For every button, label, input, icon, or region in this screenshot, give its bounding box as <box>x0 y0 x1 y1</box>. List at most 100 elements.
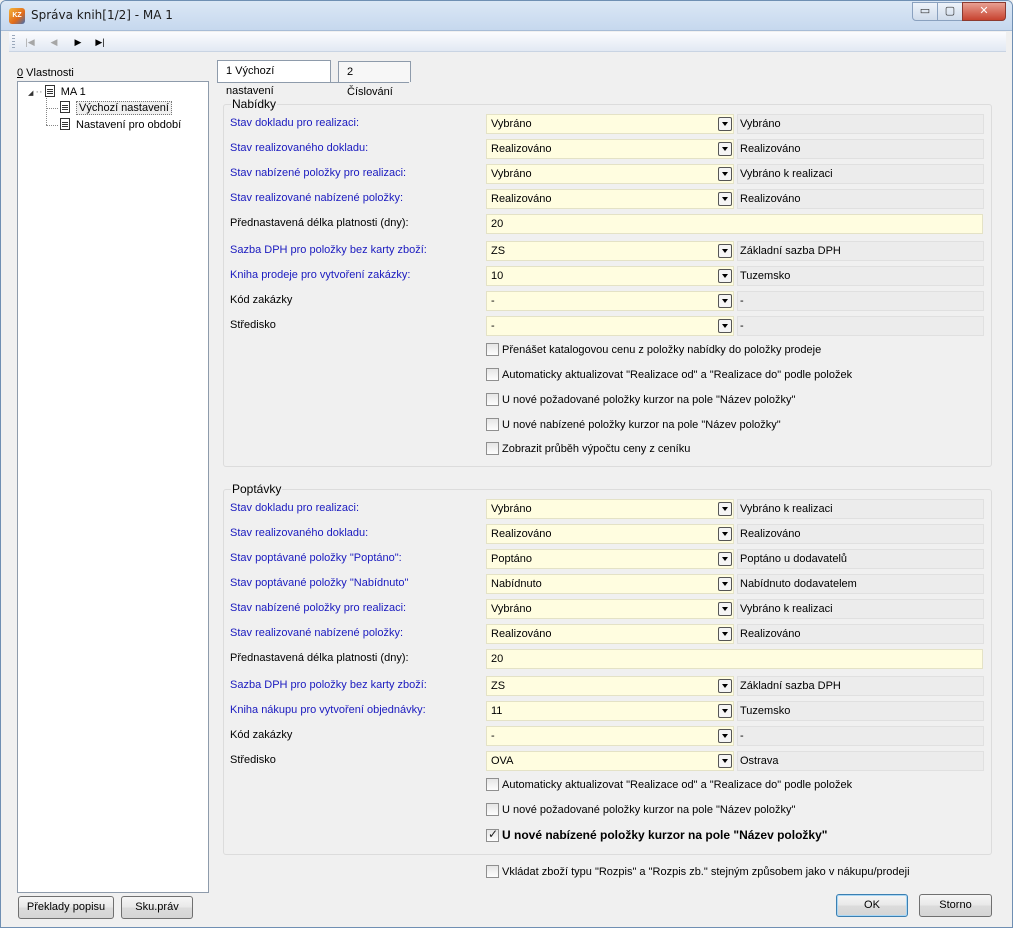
chevron-down-icon[interactable] <box>718 754 732 768</box>
checkbox-row[interactable]: U nové požadované položky kurzor na pole… <box>486 393 795 411</box>
dropdown-field[interactable]: - <box>486 291 734 311</box>
checkbox-row[interactable]: Automaticky aktualizovat "Realizace od" … <box>486 368 852 386</box>
description-readonly: Realizováno <box>737 139 984 159</box>
field-label[interactable]: Sazba DPH pro položky bez karty zboží: <box>230 679 427 691</box>
form-row: Kniha nákupu pro vytvoření objednávky: 11… <box>230 701 984 721</box>
chevron-down-icon[interactable] <box>718 552 732 566</box>
field-label[interactable]: Stav dokladu pro realizaci: <box>230 117 359 129</box>
field-label[interactable]: Stav realizované nabízené položky: <box>230 627 403 639</box>
rights-button[interactable]: Sku.práv <box>121 896 193 919</box>
checkbox[interactable] <box>486 778 499 791</box>
properties-tree[interactable]: ◢ ·· MA 1 Výchozí nastavení Nastavení pro … <box>17 81 209 893</box>
dropdown-field[interactable]: - <box>486 726 734 746</box>
tree-node-period-settings[interactable]: Nastavení pro období <box>60 117 181 133</box>
field-label[interactable]: Stav realizovaného dokladu: <box>230 142 368 154</box>
checkbox-row[interactable]: Přenášet katalogovou cenu z položky nabí… <box>486 343 821 361</box>
chevron-down-icon[interactable] <box>718 269 732 283</box>
chevron-down-icon[interactable] <box>718 627 732 641</box>
field-label[interactable]: Stav realizovaného dokladu: <box>230 527 368 539</box>
dropdown-field[interactable]: OVA <box>486 751 734 771</box>
dropdown-field[interactable]: Realizováno <box>486 189 734 209</box>
ok-button[interactable]: OK <box>836 894 908 917</box>
chevron-down-icon[interactable] <box>718 502 732 516</box>
checkbox[interactable] <box>486 368 499 381</box>
insert-breakdown-checkbox[interactable] <box>486 865 499 878</box>
close-button[interactable]: ✕ <box>962 2 1006 21</box>
checkbox-row[interactable]: U nové nabízené položky kurzor na pole "… <box>486 827 827 846</box>
insert-breakdown-checkbox-row[interactable]: Vkládat zboží typu "Rozpis" a "Rozpis zb… <box>486 865 910 883</box>
chevron-down-icon[interactable] <box>718 142 732 156</box>
dropdown-field[interactable]: ZS <box>486 676 734 696</box>
field-label[interactable]: Stav dokladu pro realizaci: <box>230 502 359 514</box>
first-record-button[interactable]: |◀ <box>23 35 37 49</box>
tree-node-default-settings[interactable]: Výchozí nastavení <box>60 100 172 116</box>
dropdown-field[interactable]: 11 <box>486 701 734 721</box>
dropdown-field[interactable]: Vybráno <box>486 164 734 184</box>
dropdown-field[interactable]: Vybráno <box>486 499 734 519</box>
dropdown-field[interactable]: - <box>486 316 734 336</box>
dropdown-field[interactable]: Vybráno <box>486 599 734 619</box>
dropdown-field[interactable]: ZS <box>486 241 734 261</box>
field-label[interactable]: Sazba DPH pro položky bez karty zboží: <box>230 244 427 256</box>
field-label[interactable]: Kniha prodeje pro vytvoření zakázky: <box>230 269 410 281</box>
dropdown-field[interactable]: Realizováno <box>486 524 734 544</box>
field-label[interactable]: Stav poptávané položky "Poptáno": <box>230 552 402 564</box>
chevron-down-icon[interactable] <box>718 319 732 333</box>
field-label[interactable]: Stav nabízené položky pro realizaci: <box>230 602 406 614</box>
toolbar-grip-icon[interactable] <box>12 35 15 49</box>
next-record-button[interactable]: ▶ <box>71 35 85 49</box>
translations-button[interactable]: Překlady popisu <box>18 896 114 919</box>
cancel-button[interactable]: Storno <box>919 894 992 917</box>
checkbox[interactable] <box>486 827 499 842</box>
dropdown-field[interactable]: Realizováno <box>486 624 734 644</box>
checkbox[interactable] <box>486 442 499 455</box>
dropdown-value: - <box>491 730 495 742</box>
validity-days-input[interactable]: 20 <box>486 214 983 234</box>
checkbox[interactable] <box>486 393 499 406</box>
chevron-down-icon[interactable] <box>718 729 732 743</box>
chevron-down-icon[interactable] <box>718 192 732 206</box>
offers-group-title: Nabídky <box>231 97 278 111</box>
field-label[interactable]: Stav nabízené položky pro realizaci: <box>230 167 406 179</box>
dropdown-field[interactable]: Realizováno <box>486 139 734 159</box>
chevron-down-icon[interactable] <box>718 167 732 181</box>
chevron-down-icon[interactable] <box>718 577 732 591</box>
dropdown-field[interactable]: Poptáno <box>486 549 734 569</box>
dropdown-field[interactable]: Vybráno <box>486 114 734 134</box>
chevron-down-icon[interactable] <box>718 704 732 718</box>
chevron-down-icon[interactable] <box>718 602 732 616</box>
form-row: Stav realizovaného dokladu: Realizováno Re… <box>230 524 984 544</box>
tree-expander-icon[interactable]: ◢ <box>28 90 33 97</box>
dropdown-field[interactable]: 10 <box>486 266 734 286</box>
checkbox[interactable] <box>486 803 499 816</box>
dropdown-field[interactable]: Nabídnuto <box>486 574 734 594</box>
tree-node-root[interactable]: ◢ ·· MA 1 <box>28 84 86 100</box>
checkbox-row[interactable]: Automaticky aktualizovat "Realizace od" … <box>486 778 852 796</box>
description-readonly: Realizováno <box>737 524 984 544</box>
chevron-down-icon[interactable] <box>718 244 732 258</box>
description-readonly: Tuzemsko <box>737 266 984 286</box>
chevron-down-icon[interactable] <box>718 679 732 693</box>
validity-days-input[interactable]: 20 <box>486 649 983 669</box>
field-label[interactable]: Stav poptávané položky "Nabídnuto" <box>230 577 408 589</box>
maximize-button[interactable]: ▢ <box>937 2 963 21</box>
checkbox-row[interactable]: Zobrazit průběh výpočtu ceny z ceníku <box>486 442 690 460</box>
field-label[interactable]: Kniha nákupu pro vytvoření objednávky: <box>230 704 426 716</box>
description-readonly: Vybráno k realizaci <box>737 164 984 184</box>
checkbox-row[interactable]: U nové nabízené položky kurzor na pole "… <box>486 418 781 436</box>
form-row: Stav nabízené položky pro realizaci: Vybr… <box>230 164 984 184</box>
document-icon <box>60 101 70 113</box>
checkbox-row[interactable]: U nové požadované položky kurzor na pole… <box>486 803 795 821</box>
checkbox[interactable] <box>486 343 499 356</box>
chevron-down-icon[interactable] <box>718 294 732 308</box>
last-record-button[interactable]: ▶| <box>93 35 107 49</box>
tab-numbering[interactable]: 2 Číslování <box>338 61 411 98</box>
tab-default-settings[interactable]: 1 Výchozí nastavení <box>217 60 331 97</box>
previous-record-button[interactable]: ◀ <box>47 35 61 49</box>
chevron-down-icon[interactable] <box>718 117 732 131</box>
minimize-button[interactable]: ▭ <box>912 2 938 21</box>
field-label[interactable]: Stav realizované nabízené položky: <box>230 192 403 204</box>
title-bar[interactable]: KZ Správa knih[1/2] - MA 1 ▭ ▢ ✕ <box>1 1 1012 31</box>
checkbox[interactable] <box>486 418 499 431</box>
chevron-down-icon[interactable] <box>718 527 732 541</box>
